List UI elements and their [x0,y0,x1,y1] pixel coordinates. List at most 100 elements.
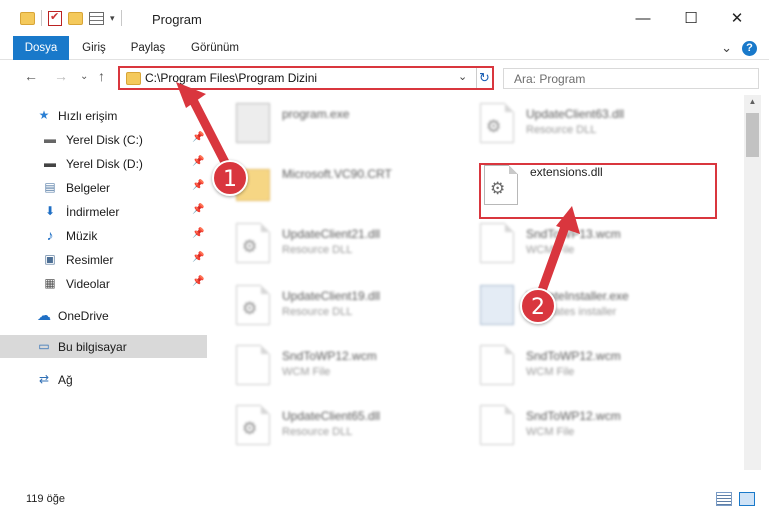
file-name: UpdateClient21.dll [282,227,381,241]
list-item[interactable]: ⚙ UpdateClient63.dll Resource DLL [480,97,720,153]
file-description: WCM File [526,244,575,256]
refresh-button[interactable]: ↻ [476,68,492,88]
list-item[interactable]: ⚙ UpdateClient65.dll Resource DLL [236,399,476,455]
details-view-icon[interactable] [716,492,732,506]
recent-locations-button[interactable]: ⌄ [80,71,88,82]
maximize-button[interactable]: ☐ [668,8,714,30]
tab-giris[interactable]: Giriş [72,36,116,60]
pin-icon: 📌 [192,276,205,287]
vertical-scrollbar[interactable]: ▲ [744,95,761,470]
scroll-up-icon[interactable]: ▲ [744,97,761,106]
expand-ribbon-icon[interactable]: ⌄ [721,40,732,56]
back-button[interactable]: ← [24,68,38,84]
video-icon: ▦ [44,276,56,290]
new-folder-icon[interactable] [68,11,83,25]
list-item[interactable]: SndToWP12.wcm WCM File [480,399,720,455]
folder-icon[interactable] [20,11,35,25]
sidebar-item-label: Belgeler [66,181,111,195]
sidebar-item-label: Yerel Disk (C:) [66,133,143,147]
address-dropdown-icon[interactable]: ⌄ [458,70,467,83]
forward-button[interactable]: → [54,68,68,84]
file-icon [480,405,514,445]
sidebar-item-local-disk-c[interactable]: ▬ Yerel Disk (C:) 📌 [0,128,207,151]
tab-gorunum[interactable]: Görünüm [182,36,248,60]
sidebar-item-label: İndirmeler [66,205,120,219]
scroll-thumb[interactable] [746,113,759,157]
quick-access-toolbar: ▾ [20,10,122,26]
file-description: Resource DLL [282,426,353,438]
file-name: Microsoft.VC90.CRT [282,167,392,181]
sidebar-item-pictures[interactable]: ▣ Resimler 📌 [0,248,207,271]
sidebar-item-label: Bu bilgisayar [58,340,127,354]
sidebar-item-label: Videolar [66,277,110,291]
list-item[interactable]: UpdateInstaller.exe Y updates installer [480,279,720,335]
file-name: SndToWP12.wcm [526,349,621,363]
sidebar-item-label: Yerel Disk (D:) [66,157,143,171]
close-button[interactable]: ✕ [714,8,760,30]
drive-icon: ▬ [44,132,56,146]
sidebar-item-onedrive[interactable]: ☁ OneDrive [0,304,207,327]
sidebar-item-local-disk-d[interactable]: ▬ Yerel Disk (D:) 📌 [0,152,207,175]
sidebar-item-quick-access[interactable]: ★ Hızlı erişim [0,104,207,127]
file-name: UpdateClient19.dll [282,289,381,303]
pin-icon: 📌 [192,228,205,239]
window-title: Program [152,12,202,27]
sidebar-item-downloads[interactable]: ⬇ İndirmeler 📌 [0,200,207,223]
large-icons-view-icon[interactable] [739,492,755,506]
folder-icon [126,72,141,85]
list-item[interactable]: SndToWP12.wcm WCM File [236,339,476,395]
address-path[interactable]: C:\Program Files\Program Dizini [145,71,317,85]
pictures-icon: ▣ [44,252,56,266]
file-description: Resource DLL [282,306,353,318]
list-item[interactable]: ⚙ UpdateClient19.dll Resource DLL [236,279,476,335]
tab-dosya[interactable]: Dosya [13,36,69,60]
file-name: program.exe [282,107,350,121]
tab-paylas[interactable]: Paylaş [122,36,174,60]
ribbon-tabs: Dosya Giriş Paylaş Görünüm ⌄ ? [0,36,769,60]
separator [120,10,122,26]
dll-icon: ⚙ [236,223,270,263]
music-icon: ♪ [46,227,54,243]
list-item[interactable]: ⚙ UpdateClient21.dll Resource DLL [236,217,476,273]
up-button[interactable]: ↑ [98,68,105,84]
dll-icon: ⚙ [480,103,514,143]
file-name: UpdateClient63.dll [526,107,625,121]
download-icon: ⬇ [44,204,56,218]
file-highlight-box [479,163,717,219]
list-item[interactable]: SndToWP12.wcm WCM File [480,339,720,395]
sidebar-item-this-pc[interactable]: ▭ Bu bilgisayar [0,335,207,358]
sidebar-item-label: Müzik [66,229,98,243]
properties-check-icon[interactable] [48,10,62,26]
sidebar-item-videos[interactable]: ▦ Videolar 📌 [0,272,207,295]
navigation-bar: ← → ⌄ ↑ C:\Program Files\Program Dizini … [0,62,769,94]
sidebar-item-label: Ağ [58,373,73,387]
pin-icon: 📌 [192,204,205,215]
address-bar[interactable]: C:\Program Files\Program Dizini ⌄ ↻ [118,66,494,90]
pin-icon: 📌 [192,132,205,143]
toolbar-dropdown-icon[interactable]: ▾ [110,13,115,24]
sidebar-item-music[interactable]: ♪ Müzik 📌 [0,224,207,247]
file-description: WCM File [282,366,331,378]
list-item[interactable]: Microsoft.VC90.CRT [236,157,476,213]
title-bar: ▾ Program — ☐ ✕ [0,0,769,38]
list-item[interactable]: program.exe [236,97,476,153]
customize-toolbar-icon[interactable] [89,11,104,25]
separator [41,10,42,26]
item-count: 119 öğe [26,493,65,505]
list-item[interactable]: SndToWP13.wcm WCM File [480,217,720,273]
search-input[interactable]: Ara: Program [503,68,759,89]
dll-icon: ⚙ [236,285,270,325]
file-name: SndToWP13.wcm [526,227,621,241]
computer-icon: ▭ [38,339,50,353]
sidebar-item-network[interactable]: ⇄ Ağ [0,368,207,391]
file-description: Resource DLL [526,124,597,136]
file-name: SndToWP12.wcm [282,349,377,363]
file-description: Resource DLL [282,244,353,256]
file-list: program.exe ⚙ UpdateClient63.dll Resourc… [208,95,744,470]
file-name: SndToWP12.wcm [526,409,621,423]
sidebar-item-label: Hızlı erişim [58,109,118,123]
help-icon[interactable]: ? [742,40,757,56]
sidebar-item-documents[interactable]: ▤ Belgeler 📌 [0,176,207,199]
minimize-button[interactable]: — [620,8,666,30]
exe-icon [236,103,270,143]
